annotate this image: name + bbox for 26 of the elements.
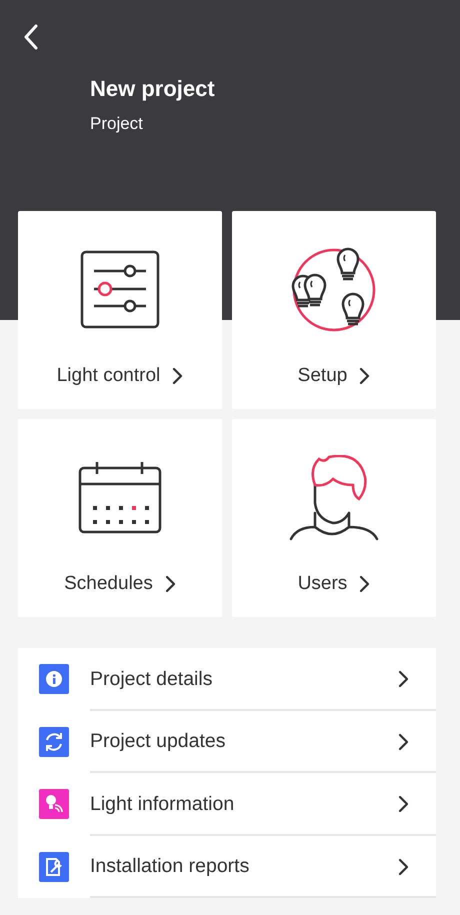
chevron-icon <box>398 858 409 876</box>
menu-tile[interactable]: Light control <box>18 211 222 409</box>
chevron-icon <box>398 670 409 688</box>
item-label: Installation reports <box>90 855 250 878</box>
tile-label: Users <box>298 573 348 595</box>
sliders-icon <box>80 250 160 330</box>
item-label: Light information <box>90 792 236 816</box>
tile-label: Light control <box>56 365 160 387</box>
menu-tile[interactable]: Users <box>232 419 436 617</box>
menu-tile[interactable]: Schedules <box>18 419 222 617</box>
tile-label: Setup <box>298 365 348 387</box>
chevron-icon <box>164 575 176 593</box>
item-label: Project details <box>90 668 214 691</box>
bulbs-icon <box>290 246 378 334</box>
chevron-icon <box>359 367 370 385</box>
menu-tile[interactable]: Setup <box>232 211 436 409</box>
page-subtitle: Project <box>90 114 143 134</box>
chevron-icon <box>398 732 409 751</box>
chevron-icon <box>398 795 409 814</box>
calendar-icon <box>78 461 162 535</box>
page-title: New project <box>90 76 215 102</box>
person-icon <box>289 455 379 541</box>
item-label: Project updates <box>90 730 227 754</box>
chevron-icon <box>172 367 184 385</box>
chevron-icon <box>359 575 370 593</box>
tile-label: Schedules <box>64 573 153 595</box>
